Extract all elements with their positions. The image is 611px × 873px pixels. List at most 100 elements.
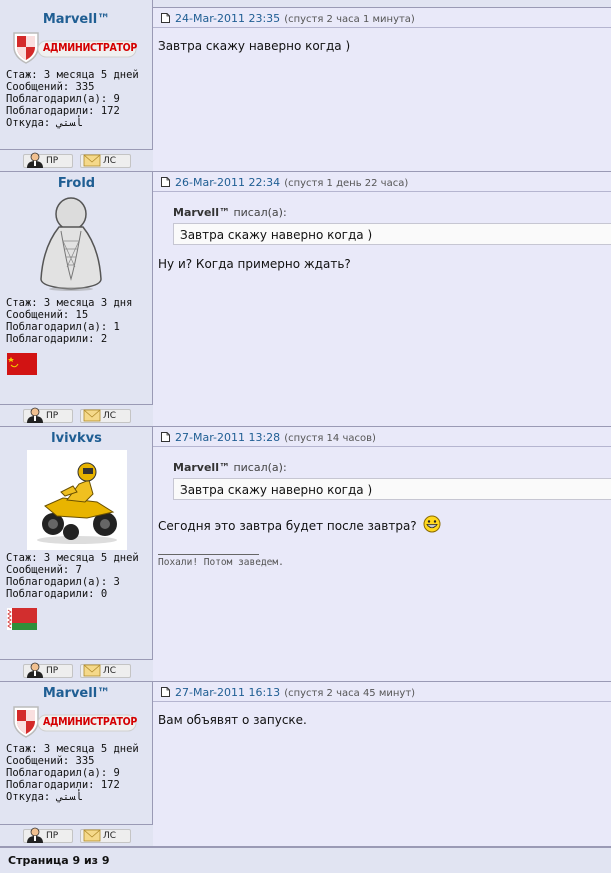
- post-date-link[interactable]: 26-Mar-2011 22:34 (спустя 1 день 22 часа): [175, 176, 408, 189]
- user-cell: Marvell™ АДМИНИСТРАТОР Стаж: 3 месяца 5 …: [0, 682, 153, 846]
- user-stats: Стаж: 3 месяца 5 дней Сообщений: 7 Побла…: [6, 552, 139, 600]
- private-message-button[interactable]: ПР: [23, 407, 73, 423]
- document-icon: [161, 687, 170, 697]
- post-elapsed: (спустя 1 день 22 часа): [284, 178, 409, 189]
- post-message: Сегодня это завтра будет после завтра?: [158, 519, 417, 533]
- quote-wrote: писал(а):: [233, 461, 287, 474]
- stat-posts: Сообщений: 15: [6, 309, 89, 321]
- post-message: Вам объявят о запуске.: [158, 713, 307, 727]
- forum-post: Marvell™ АДМИНИСТРАТОР Стаж: 3 месяца 5 …: [0, 8, 611, 172]
- stat-tenure: Стаж: 3 месяца 5 дней: [6, 69, 139, 81]
- stat-thanked: Поблагодарил(а): 3: [6, 576, 120, 588]
- stat-thanked: Поблагодарил(а): 9: [6, 767, 120, 779]
- stat-thanks-received: Поблагодарили: 2: [6, 333, 108, 345]
- quote-author: Marvell™: [173, 206, 230, 219]
- ls-label: ЛС: [103, 666, 117, 676]
- post-header: 26-Mar-2011 22:34 (спустя 1 день 22 часа): [153, 172, 611, 192]
- pagination-text: Страница 9 из 9: [8, 854, 110, 867]
- user-toolbar: ПР ЛС: [0, 824, 153, 846]
- stat-tenure: Стаж: 3 месяца 5 дней: [6, 743, 139, 755]
- pm-label: ПР: [46, 666, 59, 676]
- post-date: 27-Mar-2011 13:28: [175, 431, 281, 444]
- user-stats: Стаж: 3 месяца 3 дня Сообщений: 15 Побла…: [6, 297, 132, 345]
- signature-divider: [158, 554, 259, 555]
- send-message-button[interactable]: ЛС: [80, 409, 131, 423]
- stat-thanked: Поблагодарил(а): 1: [6, 321, 120, 333]
- envelope-icon: [83, 409, 101, 422]
- send-message-button[interactable]: ЛС: [80, 154, 131, 168]
- user-toolbar: ПР ЛС: [0, 149, 153, 171]
- envelope-icon: [83, 154, 101, 167]
- stat-posts: Сообщений: 335: [6, 81, 95, 93]
- post-content: 27-Mar-2011 13:28 (спустя 14 часов) Marve…: [153, 427, 611, 681]
- avatar: [37, 195, 105, 291]
- post-header: 27-Mar-2011 16:13 (спустя 2 часа 45 минут…: [153, 682, 611, 702]
- post-elapsed: (спустя 2 часа 1 минута): [284, 14, 415, 25]
- quote-header: Marvell™ писал(а):: [173, 206, 287, 219]
- private-message-button[interactable]: ПР: [23, 662, 73, 678]
- user-icon: [27, 662, 43, 678]
- rank-title: АДМИНИСТРАТОР: [43, 42, 137, 54]
- post-date-link[interactable]: 27-Mar-2011 13:28 (спустя 14 часов): [175, 431, 376, 444]
- post-date-link[interactable]: 24-Mar-2011 23:35 (спустя 2 часа 1 минута…: [175, 12, 415, 25]
- post-content: 27-Mar-2011 16:13 (спустя 2 часа 45 минут…: [153, 682, 611, 846]
- flag-ussr: [7, 353, 37, 375]
- user-toolbar: ПР ЛС: [0, 659, 153, 681]
- send-message-button[interactable]: ЛС: [80, 829, 131, 843]
- send-message-button[interactable]: ЛС: [80, 664, 131, 678]
- pm-label: ПР: [46, 831, 59, 841]
- admin-rank-badge: АДМИНИСТРАТОР: [10, 29, 138, 65]
- post-elapsed: (спустя 14 часов): [284, 433, 376, 444]
- user-stats: Стаж: 3 месяца 5 дней Сообщений: 335 Поб…: [6, 69, 139, 129]
- flag-icon: [7, 353, 37, 375]
- post-content: 24-Mar-2011 23:35 (спустя 2 часа 1 минута…: [153, 8, 611, 171]
- author-link[interactable]: Marvell™: [0, 686, 153, 701]
- quad-bike-avatar-icon: [37, 462, 117, 544]
- quote-header: Marvell™ писал(а):: [173, 461, 287, 474]
- forum-post: Marvell™ АДМИНИСТРАТОР Стаж: 3 месяца 5 …: [0, 682, 611, 847]
- avatar-icon: [40, 197, 102, 291]
- stat-location: Откуда: ﺄﺴﺘﻲ: [6, 791, 82, 803]
- stat-thanked: Поблагодарил(а): 9: [6, 93, 120, 105]
- flag-icon: [7, 608, 37, 630]
- envelope-icon: [83, 664, 101, 677]
- post-header: 24-Mar-2011 23:35 (спустя 2 часа 1 минута…: [153, 8, 611, 28]
- post-date: 24-Mar-2011 23:35: [175, 12, 281, 25]
- author-link[interactable]: Frold: [0, 176, 153, 191]
- author-link[interactable]: lvivkvs: [0, 431, 153, 446]
- flag-belarus: [7, 608, 37, 630]
- previous-user-cell-edge: [0, 0, 153, 8]
- stat-posts: Сообщений: 7: [6, 564, 82, 576]
- stat-tenure: Стаж: 3 месяца 3 дня: [6, 297, 133, 309]
- forum-post: Frold Стаж: 3 месяца 3 дня Сообщений: 15…: [0, 172, 611, 427]
- ls-label: ЛС: [103, 831, 117, 841]
- ls-label: ЛС: [103, 156, 117, 166]
- envelope-icon: [83, 829, 101, 842]
- user-icon: [27, 827, 43, 843]
- document-icon: [161, 177, 170, 187]
- post-date: 27-Mar-2011 16:13: [175, 686, 281, 699]
- author-link[interactable]: Marvell™: [0, 12, 153, 27]
- admin-rank-badge: АДМИНИСТРАТОР: [10, 703, 138, 739]
- signature: Похали! Потом заведем.: [158, 557, 284, 568]
- forum-post: lvivkvs Стаж: 3 месяца 5 дней Сообщений:…: [0, 427, 611, 682]
- user-toolbar: ПР ЛС: [0, 404, 153, 426]
- quote-author: Marvell™: [173, 461, 230, 474]
- pm-label: ПР: [46, 156, 59, 166]
- ls-label: ЛС: [103, 411, 117, 421]
- user-cell: Frold Стаж: 3 месяца 3 дня Сообщений: 15…: [0, 172, 153, 426]
- document-icon: [161, 13, 170, 23]
- post-message: Ну и? Когда примерно ждать?: [158, 257, 351, 271]
- post-date: 26-Mar-2011 22:34: [175, 176, 281, 189]
- post-date-link[interactable]: 27-Mar-2011 16:13 (спустя 2 часа 45 минут…: [175, 686, 415, 699]
- quote-box: Завтра скажу наверно когда ): [173, 223, 611, 245]
- quote-wrote: писал(а):: [233, 206, 287, 219]
- post-message-row: Сегодня это завтра будет после завтра?: [158, 515, 441, 533]
- stat-thanks-received: Поблагодарили: 0: [6, 588, 108, 600]
- post-elapsed: (спустя 2 часа 45 минут): [284, 688, 416, 699]
- private-message-button[interactable]: ПР: [23, 827, 73, 843]
- smiley-icon: [423, 515, 441, 533]
- private-message-button[interactable]: ПР: [23, 152, 73, 168]
- user-cell: lvivkvs Стаж: 3 месяца 5 дней Сообщений:…: [0, 427, 153, 681]
- pm-label: ПР: [46, 411, 59, 421]
